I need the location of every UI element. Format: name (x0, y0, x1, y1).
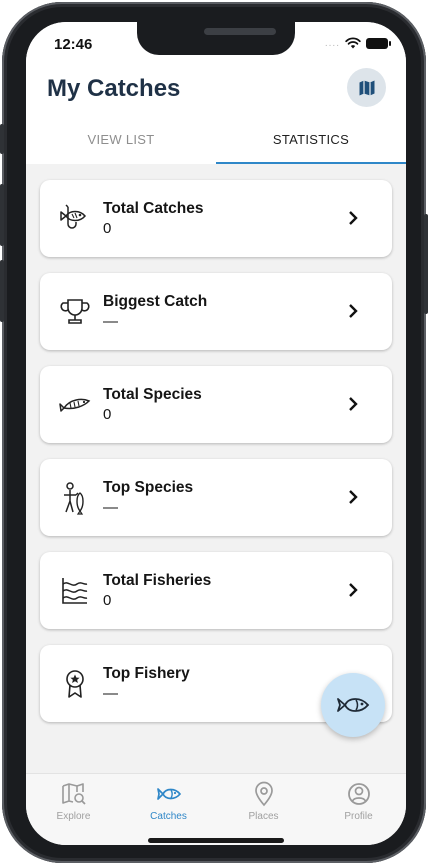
speaker (204, 28, 276, 35)
wifi-icon (345, 37, 361, 49)
nav-label: Places (248, 811, 279, 822)
trophy-icon (60, 299, 90, 324)
nav-explore[interactable]: Explore (26, 774, 121, 845)
profile-icon (348, 783, 370, 805)
add-catch-fish-icon (337, 698, 370, 712)
bottom-nav: Explore Catches Places Profile (26, 773, 406, 845)
stat-card-total-species[interactable]: Total Species 0 (40, 366, 392, 443)
phone-frame: 12:46 .... My Catches VIEW LIST STATISTI… (0, 2, 428, 863)
stat-value: — (103, 313, 118, 330)
nav-label: Catches (150, 811, 187, 822)
app-header: My Catches VIEW LIST STATISTICS (26, 66, 406, 164)
stat-value: 0 (103, 406, 112, 423)
status-time: 12:46 (54, 36, 93, 53)
home-indicator[interactable] (148, 838, 284, 843)
chevron-right-icon (349, 490, 358, 504)
notch (137, 22, 295, 55)
stat-value: 0 (103, 592, 112, 609)
volume-up-button (0, 184, 4, 246)
chevron-right-icon (349, 211, 358, 225)
stat-label: Total Species (103, 386, 202, 403)
chevron-right-icon (349, 304, 358, 318)
add-catch-button[interactable] (321, 673, 385, 737)
stat-card-top-species[interactable]: Top Species — (40, 459, 392, 536)
map-button[interactable] (347, 68, 386, 107)
nav-label: Explore (56, 811, 91, 822)
stat-card-total-catches[interactable]: Total Catches 0 (40, 180, 392, 257)
stat-label: Total Catches (103, 200, 204, 217)
nav-label: Profile (344, 811, 373, 822)
battery-icon (366, 37, 391, 49)
mute-switch (0, 124, 4, 154)
chevron-right-icon (349, 397, 358, 411)
nav-catches[interactable]: Catches (121, 774, 216, 845)
nav-profile[interactable]: Profile (311, 774, 406, 845)
screen: 12:46 .... My Catches VIEW LIST STATISTI… (26, 22, 406, 845)
stat-card-total-fisheries[interactable]: Total Fisheries 0 (40, 552, 392, 629)
nav-places[interactable]: Places (216, 774, 311, 845)
page-title: My Catches (47, 75, 181, 102)
chevron-right-icon (349, 583, 358, 597)
angler-icon (64, 482, 84, 515)
stat-card-biggest-catch[interactable]: Biggest Catch — (40, 273, 392, 350)
stat-label: Top Species (103, 479, 194, 496)
stat-value: — (103, 499, 118, 516)
map-icon (359, 80, 374, 95)
status-icons: .... (324, 37, 391, 49)
tab-statistics[interactable]: STATISTICS (216, 128, 406, 164)
tab-bar: VIEW LIST STATISTICS (26, 128, 406, 164)
fish-hook-icon (60, 204, 86, 229)
stat-label: Biggest Catch (103, 293, 208, 310)
stat-label: Top Fishery (103, 665, 190, 682)
award-icon (66, 670, 84, 698)
volume-down-button (0, 260, 4, 322)
waves-icon (62, 578, 88, 604)
stat-value: — (103, 685, 118, 702)
fish-icon (59, 398, 91, 412)
stat-label: Total Fisheries (103, 572, 212, 589)
power-button (424, 214, 428, 314)
map-search-icon (62, 783, 86, 805)
location-pin-icon (255, 781, 273, 807)
stat-value: 0 (103, 220, 112, 237)
fish-icon (157, 788, 182, 800)
tab-view-list[interactable]: VIEW LIST (26, 128, 216, 164)
signal-dots: .... (324, 37, 340, 49)
